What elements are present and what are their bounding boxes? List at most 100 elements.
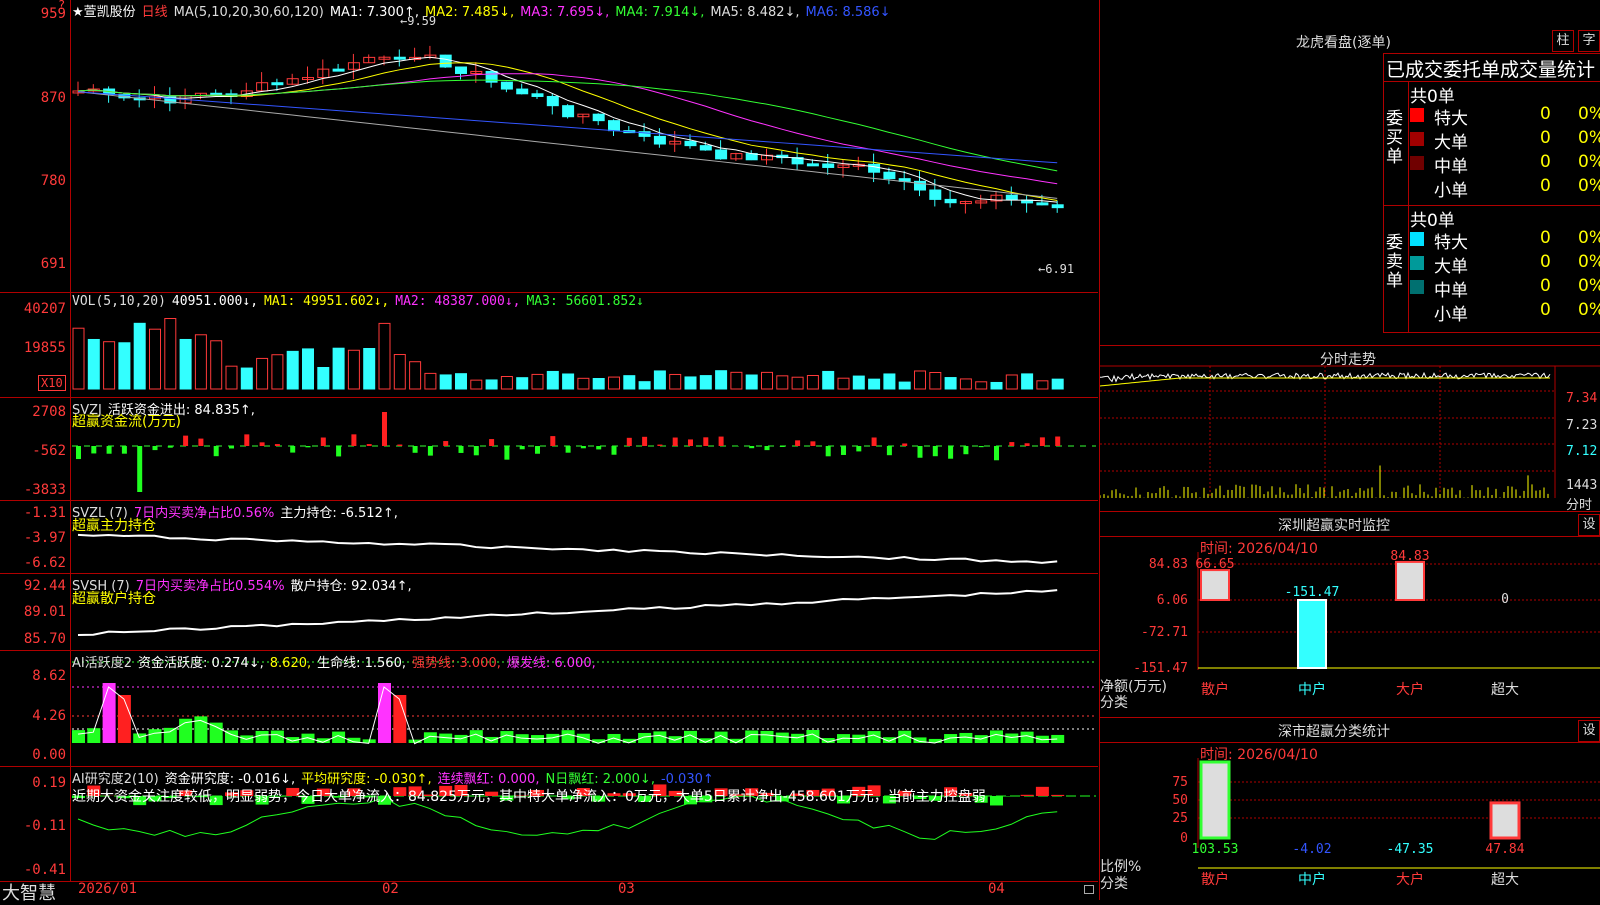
volume-bar bbox=[823, 371, 834, 389]
volume-bar bbox=[73, 328, 84, 389]
value-label: -47.35 bbox=[1387, 842, 1434, 857]
flow-bar bbox=[918, 446, 923, 458]
flow-bar bbox=[306, 446, 311, 447]
flow-bar bbox=[229, 446, 234, 448]
order-swatch bbox=[1410, 108, 1424, 122]
volume-bar bbox=[563, 374, 574, 389]
volume-bar bbox=[501, 377, 512, 389]
flow-bar bbox=[153, 446, 158, 450]
category-label: 大户 bbox=[1396, 871, 1424, 888]
svzj-panel[interactable]: 2708 -562 -3833 SVZJ活跃资金进出: 84.835↑, 超赢资… bbox=[0, 398, 1098, 501]
flow-bar bbox=[397, 445, 402, 446]
ai-activity-header: AI活跃度2资金活跃度: 0.274↓,8.620,生命线: 1.560,强势线… bbox=[72, 652, 602, 671]
brand-logo[interactable]: 大智慧 bbox=[2, 879, 56, 905]
candle-body bbox=[440, 55, 451, 67]
sz-monitor-panel[interactable]: 深圳超赢实时监控 设 时间: 2026/04/10 84.836.06-72.7… bbox=[1099, 512, 1600, 718]
volume-bar bbox=[471, 380, 482, 389]
order-swatch bbox=[1410, 232, 1424, 246]
candle-body bbox=[456, 67, 467, 73]
low-price-label: ←6.91 bbox=[1038, 262, 1074, 276]
flow-bar bbox=[382, 412, 387, 446]
category-label: 超大 bbox=[1491, 872, 1519, 888]
flow-bar bbox=[826, 446, 831, 456]
order-swatch bbox=[1410, 280, 1424, 294]
intraday-chart bbox=[1100, 346, 1600, 511]
flow-bar bbox=[810, 441, 815, 446]
volume-bar bbox=[226, 366, 237, 389]
value-label: 103.53 bbox=[1192, 842, 1239, 857]
net-bar bbox=[1201, 570, 1229, 600]
svsh-panel[interactable]: 92.44 89.01 85.70 SVSH (7)7日内买卖净占比0.554%… bbox=[0, 574, 1098, 651]
y-tick-label: 6.06 bbox=[1157, 593, 1188, 608]
candle-body bbox=[1006, 195, 1017, 200]
activity-bar bbox=[118, 695, 131, 743]
longhu-header: 已成交委托单成交量统计 bbox=[1386, 55, 1595, 82]
ai-research-panel[interactable]: 0.19 -0.11 -0.41 AI研究度2(10)资金研究度: -0.016… bbox=[0, 767, 1098, 882]
candle-body bbox=[501, 82, 512, 89]
volume-bar bbox=[456, 374, 467, 389]
vol-title: VOL(5,10,20) bbox=[72, 294, 166, 309]
ma6-value: MA6: 8.586↓ bbox=[806, 5, 891, 20]
candlestick-panel[interactable]: 959 870 780 691 ? ★萱凯股份日线MA(5,10,20,30,6… bbox=[0, 0, 1098, 293]
intraday-sub: 分时 bbox=[1566, 494, 1592, 513]
sz-class-chart: 7550250103.53-4.02-47.3547.84散户中户大户超大 bbox=[1100, 718, 1600, 900]
ai2-nred: N日飘红: 2.000↓, bbox=[545, 772, 654, 787]
ai2-red: 连续飘红: 0.000, bbox=[438, 772, 540, 787]
stock-name[interactable]: ★萱凯股份 bbox=[72, 5, 136, 20]
flow-bar bbox=[1009, 442, 1014, 446]
flow-bar bbox=[581, 446, 586, 448]
category-label: 散户 bbox=[1201, 871, 1229, 888]
volume-bar bbox=[88, 339, 99, 389]
order-count: 0 bbox=[1540, 252, 1551, 272]
flow-bar bbox=[933, 446, 938, 456]
order-type: 特大 bbox=[1434, 228, 1468, 253]
ai-research-header: AI研究度2(10)资金研究度: -0.016↓,平均研究度: -0.030↑,… bbox=[72, 768, 720, 787]
flow-bar bbox=[520, 446, 525, 449]
order-count: 0 bbox=[1540, 300, 1551, 320]
volume-bar bbox=[853, 376, 864, 389]
order-pct: 0% bbox=[1578, 276, 1600, 296]
ma3-value: MA3: 7.695↓, bbox=[520, 5, 609, 20]
order-row: 小单00% bbox=[1410, 300, 1600, 322]
flow-bar bbox=[872, 437, 877, 446]
order-type: 中单 bbox=[1434, 152, 1468, 177]
ma-title: MA(5,10,20,30,60,120) bbox=[174, 5, 324, 20]
flow-bar bbox=[504, 446, 509, 460]
period-label[interactable]: 日线 bbox=[142, 5, 168, 20]
flow-bar bbox=[688, 439, 693, 446]
intraday-panel[interactable]: 分时走势 7.34 7.23 7.12 1443 分时 bbox=[1099, 346, 1600, 512]
candle-body bbox=[930, 190, 941, 199]
vol-ma3: MA3: 56601.852↓ bbox=[526, 294, 643, 309]
volume-bar bbox=[915, 371, 926, 389]
text-view-button[interactable]: 字 bbox=[1578, 30, 1600, 52]
order-type: 大单 bbox=[1434, 128, 1468, 153]
candle-body bbox=[532, 94, 543, 97]
volume-bar bbox=[685, 377, 696, 389]
svzl-panel[interactable]: -1.31 -3.97 -6.62 SVZL (7)7日内买卖净占比0.56%主… bbox=[0, 501, 1098, 574]
flow-bar bbox=[963, 446, 968, 454]
flow-bar bbox=[321, 438, 326, 446]
retail-position-line bbox=[78, 590, 1057, 635]
volume-panel[interactable]: 40207 19855 X10 VOL(5,10,20)40951.000↓,M… bbox=[0, 293, 1098, 398]
order-type: 小单 bbox=[1434, 176, 1468, 201]
flow-bar bbox=[719, 437, 724, 446]
activity-bar bbox=[1005, 734, 1018, 743]
candle-body bbox=[1037, 203, 1048, 205]
candle-body bbox=[807, 164, 818, 166]
bar-view-button[interactable]: 柱 bbox=[1552, 30, 1574, 52]
order-row: 小单00% bbox=[1410, 176, 1600, 198]
volume-bar bbox=[746, 375, 757, 389]
order-swatch bbox=[1410, 180, 1424, 194]
lock-icon[interactable] bbox=[1084, 885, 1094, 894]
ai1-strong: 强势线: 3.000, bbox=[412, 656, 501, 671]
date-label: 2026/01 bbox=[78, 881, 137, 897]
volume-bar bbox=[976, 382, 987, 389]
flow-bar bbox=[351, 434, 356, 446]
volume-bar bbox=[333, 348, 344, 389]
volume-bar bbox=[394, 355, 405, 389]
flow-bar bbox=[459, 446, 464, 453]
ai-activity-panel[interactable]: 8.62 4.26 0.00 AI活跃度2资金活跃度: 0.274↓,8.620… bbox=[0, 651, 1098, 767]
intraday-price: 7.12 bbox=[1566, 444, 1597, 459]
sz-class-panel[interactable]: 深市超赢分类统计 设 时间: 2026/04/10 7550250103.53-… bbox=[1099, 718, 1600, 900]
order-type: 小单 bbox=[1434, 300, 1468, 325]
